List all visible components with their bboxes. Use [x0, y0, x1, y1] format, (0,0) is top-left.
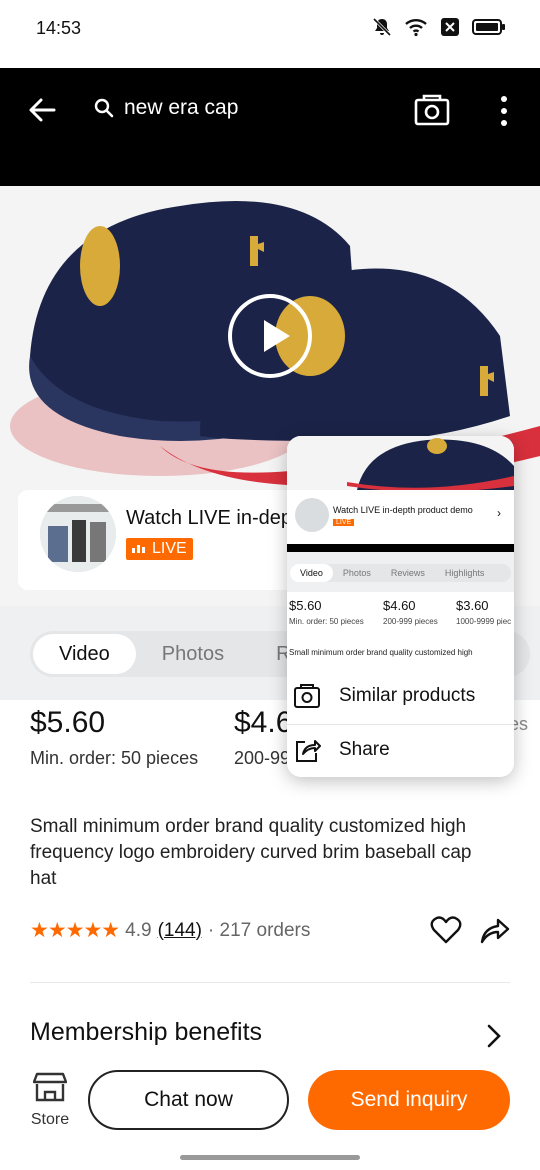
menu-item-similar-products[interactable]: Similar products: [287, 668, 514, 724]
chat-now-button[interactable]: Chat now: [88, 1070, 289, 1130]
menu-item-label: Similar products: [339, 685, 476, 706]
status-time: 14:53: [36, 18, 82, 38]
divider: [30, 982, 510, 983]
popup-tab: Highlights: [444, 568, 485, 578]
store-button[interactable]: Store: [30, 1072, 70, 1129]
heart-icon[interactable]: [430, 914, 462, 946]
back-arrow-icon[interactable]: [26, 94, 58, 126]
rating-value: 4.9: [125, 919, 152, 941]
popup-price-tier: $5.60 Min. order: 50 pieces: [289, 598, 364, 626]
popup-price-value: $4.60: [383, 598, 416, 613]
search-icon: [94, 98, 114, 118]
popup-preview-image: [287, 436, 514, 490]
chevron-right-icon: ›: [497, 506, 501, 520]
share-icon: [296, 740, 321, 762]
sim-x-icon: [441, 18, 459, 36]
popup-tab: Photos: [342, 568, 371, 578]
play-button[interactable]: [228, 294, 312, 378]
bottom-action-bar: Store Chat now Send inquiry: [0, 1060, 540, 1170]
top-bar: new era cap: [0, 68, 540, 186]
mute-icon: [372, 17, 392, 37]
store-icon: [32, 1072, 68, 1102]
popup-price-note: Min. order: 50 pieces: [289, 617, 364, 626]
popup-live-card: Watch LIVE in-depth product demo LIVE ›: [287, 490, 514, 546]
price-note: Min. order: 50 pieces: [30, 748, 199, 768]
chevron-right-icon[interactable]: [484, 1022, 504, 1050]
home-indicator[interactable]: [180, 1155, 360, 1160]
popup-tabs-area: Video Photos Reviews Highlights: [287, 552, 514, 592]
reviews-link[interactable]: (144): [158, 920, 202, 942]
search-query: new era cap: [124, 96, 239, 119]
search-field[interactable]: new era cap: [94, 96, 238, 120]
context-popup: Watch LIVE in-depth product demo LIVE › …: [287, 436, 514, 777]
popup-price-value: $5.60: [289, 598, 322, 613]
camera-search-icon[interactable]: [414, 94, 450, 126]
store-label: Store: [30, 1111, 70, 1128]
popup-price-note: 200-999 pieces: [383, 617, 438, 626]
price-value: $5.60: [30, 706, 106, 739]
popup-price-tier: $4.60 200-999 pieces: [383, 598, 438, 626]
live-title: Watch LIVE in-dept: [126, 507, 298, 529]
popup-tab: Video: [290, 564, 333, 582]
popup-tab: Reviews: [390, 568, 425, 578]
popup-live-badge: LIVE: [333, 519, 355, 526]
share-icon[interactable]: [478, 914, 510, 946]
popup-preview-media: [287, 436, 514, 490]
wifi-icon: [405, 19, 427, 37]
popup-price-tier: $3.60 1000-9999 piec: [456, 598, 511, 626]
popup-menu: Similar products Share: [287, 668, 514, 777]
live-badge-label: LIVE: [152, 540, 187, 557]
send-inquiry-button[interactable]: Send inquiry: [308, 1070, 510, 1130]
tab-photos[interactable]: Photos: [136, 634, 250, 674]
popup-price-note: 1000-9999 piec: [456, 617, 512, 626]
menu-item-share[interactable]: Share: [287, 725, 514, 775]
popup-description: Small minimum order brand quality custom…: [289, 648, 473, 657]
status-bar: 14:53: [0, 0, 540, 68]
popup-live-title: Watch LIVE in-depth product demo: [333, 505, 473, 515]
membership-benefits[interactable]: Membership benefits: [30, 1018, 510, 1047]
live-thumbnail-image: [40, 496, 116, 572]
status-icons: [372, 17, 506, 37]
menu-item-label: Share: [339, 739, 390, 760]
popup-divider: [287, 544, 514, 552]
rating-stars-icon: ★★★★★: [30, 919, 120, 942]
battery-icon: [472, 19, 505, 35]
orders-count: · 217 orders: [207, 919, 311, 941]
tab-video[interactable]: Video: [33, 634, 136, 674]
live-badge: LIVE: [126, 538, 193, 560]
popup-live-thumbnail: [295, 498, 329, 532]
popup-price-value: $3.60: [456, 598, 489, 613]
popup-prices: $5.60 Min. order: 50 pieces $4.60 200-99…: [289, 598, 514, 634]
rating-row: ★★★★★ 4.9 (144) · 217 orders: [30, 918, 310, 943]
product-title: Small minimum order brand quality custom…: [30, 816, 472, 889]
price-tier-1: $5.60 Min. order: 50 pieces: [30, 706, 198, 769]
live-demo-card[interactable]: Watch LIVE in-dept LIVE: [18, 490, 318, 590]
camera-search-icon: [294, 684, 320, 708]
popup-tabs: Video Photos Reviews Highlights: [290, 564, 511, 582]
more-options-icon[interactable]: [492, 94, 516, 128]
live-bars-icon: [132, 545, 145, 553]
live-thumbnail: [40, 496, 116, 572]
